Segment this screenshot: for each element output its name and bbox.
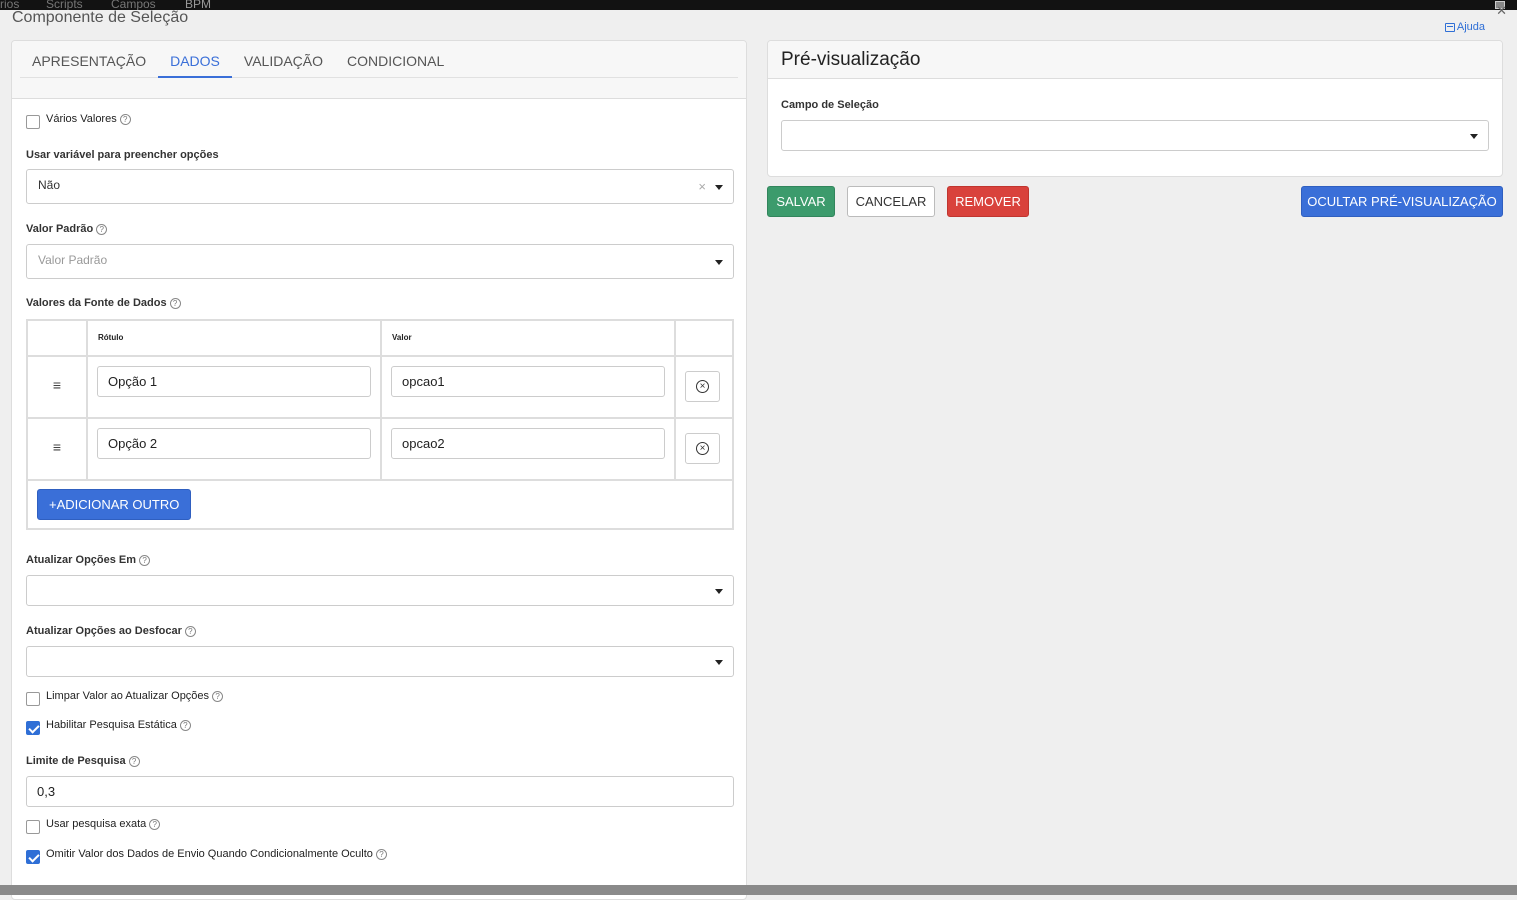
tab-data[interactable]: DADOS (158, 41, 232, 78)
preview-field-label: Campo de Seleção (781, 99, 879, 111)
preview-title: Pré-visualização (768, 41, 1502, 79)
close-icon[interactable]: ✕ (1496, 4, 1507, 17)
static-search-row: Habilitar Pesquisa Estática? (26, 715, 191, 735)
help-question-icon[interactable]: ? (212, 690, 224, 702)
preview-panel: Pré-visualização Campo de Seleção (767, 40, 1503, 177)
data-source-label: Valores da Fonte de Dados? (26, 297, 181, 309)
table-row: ≡ Opção 2 opcao2 × (28, 419, 732, 481)
bg-tab-bpm[interactable]: BPM (185, 0, 211, 10)
row-label-input[interactable]: Opção 2 (97, 428, 371, 459)
chevron-down-icon (715, 260, 723, 265)
multiple-values-label: Vários Valores (46, 113, 117, 125)
table-header-drag (28, 321, 88, 357)
exact-search-checkbox[interactable] (26, 820, 40, 834)
remove-row-button[interactable]: × (685, 371, 720, 402)
drag-handle-icon[interactable]: ≡ (28, 357, 88, 417)
refresh-on-blur-select[interactable] (26, 646, 734, 677)
chevron-down-icon (715, 589, 723, 594)
save-button[interactable]: SALVAR (767, 186, 835, 217)
tab-validation[interactable]: VALIDAÇÃO (232, 41, 335, 78)
help-question-icon[interactable]: ? (139, 554, 151, 566)
use-variable-value: Não (38, 178, 61, 192)
remove-circle-icon: × (696, 442, 709, 455)
remove-row-button[interactable]: × (685, 433, 720, 464)
help-icon (1444, 22, 1455, 32)
search-threshold-label: Limite de Pesquisa? (26, 755, 140, 767)
app-top-bar: rios Scripts Campos BPM (0, 0, 1517, 10)
clear-icon[interactable]: × (698, 179, 706, 194)
dialog-title: Componente de Seleção (12, 9, 189, 26)
tab-conditional[interactable]: CONDICIONAL (335, 41, 456, 78)
tab-presentation[interactable]: APRESENTAÇÃO (20, 41, 158, 78)
exact-search-label: Usar pesquisa exata (46, 818, 147, 830)
multiple-values-row: Vários Valores? (26, 109, 131, 129)
row-label-input[interactable]: Opção 1 (97, 366, 371, 397)
omit-hidden-row: Omitir Valor dos Dados de Envio Quando C… (26, 844, 387, 864)
remove-circle-icon: × (696, 380, 709, 393)
remove-button[interactable]: REMOVER (947, 186, 1029, 217)
default-value-select[interactable]: Valor Padrão (26, 244, 734, 279)
help-question-icon[interactable]: ? (375, 848, 387, 860)
use-variable-label: Usar variável para preencher opções (26, 149, 219, 161)
drag-handle-icon[interactable]: ≡ (28, 419, 88, 479)
add-another-button[interactable]: +ADICIONAR OUTRO (37, 489, 192, 520)
row-value-input[interactable]: opcao2 (391, 428, 665, 459)
help-question-icon[interactable]: ? (119, 113, 131, 125)
search-threshold-input[interactable]: 0,3 (26, 776, 734, 807)
tab-bar: APRESENTAÇÃO DADOS VALIDAÇÃO CONDICIONAL (20, 41, 738, 78)
clear-on-refresh-checkbox[interactable] (26, 692, 40, 706)
help-question-icon[interactable]: ? (96, 223, 108, 235)
help-question-icon[interactable]: ? (179, 719, 191, 731)
table-row: ≡ Opção 1 opcao1 × (28, 357, 732, 419)
help-question-icon[interactable]: ? (184, 625, 196, 637)
static-search-label: Habilitar Pesquisa Estática (46, 719, 177, 731)
chevron-down-icon (715, 660, 723, 665)
table-header-value: Valor (382, 321, 676, 357)
exact-search-row: Usar pesquisa exata? (26, 814, 161, 834)
refresh-on-blur-label: Atualizar Opções ao Desfocar? (26, 625, 196, 637)
clear-on-refresh-label: Limpar Valor ao Atualizar Opções (46, 690, 210, 702)
omit-hidden-checkbox[interactable] (26, 850, 40, 864)
use-variable-select[interactable]: Não × (26, 169, 734, 204)
omit-hidden-label: Omitir Valor dos Dados de Envio Quando C… (46, 848, 373, 860)
cancel-button[interactable]: CANCELAR (847, 186, 935, 217)
row-value-input[interactable]: opcao1 (391, 366, 665, 397)
default-value-label: Valor Padrão? (26, 223, 108, 235)
chevron-down-icon (715, 185, 723, 190)
preview-select[interactable] (781, 120, 1489, 151)
bottom-bar (0, 885, 1517, 895)
table-header-label: Rótulo (88, 321, 382, 357)
multiple-values-checkbox[interactable] (26, 115, 40, 129)
clear-on-refresh-row: Limpar Valor ao Atualizar Opções? (26, 686, 224, 706)
default-value-placeholder: Valor Padrão (38, 253, 108, 267)
help-question-icon[interactable]: ? (169, 297, 181, 309)
settings-panel: APRESENTAÇÃO DADOS VALIDAÇÃO CONDICIONAL… (11, 40, 747, 900)
data-source-table: Rótulo Valor ≡ Opção 1 opcao1 × ≡ Opção … (26, 319, 734, 530)
table-header-actions (676, 321, 732, 357)
tabs-header: APRESENTAÇÃO DADOS VALIDAÇÃO CONDICIONAL (12, 41, 746, 99)
static-search-checkbox[interactable] (26, 721, 40, 735)
chevron-down-icon (1470, 134, 1478, 139)
help-link[interactable]: Ajuda (1444, 21, 1485, 33)
refresh-on-select[interactable] (26, 575, 734, 606)
help-question-icon[interactable]: ? (128, 755, 140, 767)
help-label: Ajuda (1456, 21, 1485, 33)
refresh-on-label: Atualizar Opções Em? (26, 554, 151, 566)
hide-preview-button[interactable]: OCULTAR PRÉ-VISUALIZAÇÃO (1301, 186, 1503, 217)
help-question-icon[interactable]: ? (149, 818, 161, 830)
